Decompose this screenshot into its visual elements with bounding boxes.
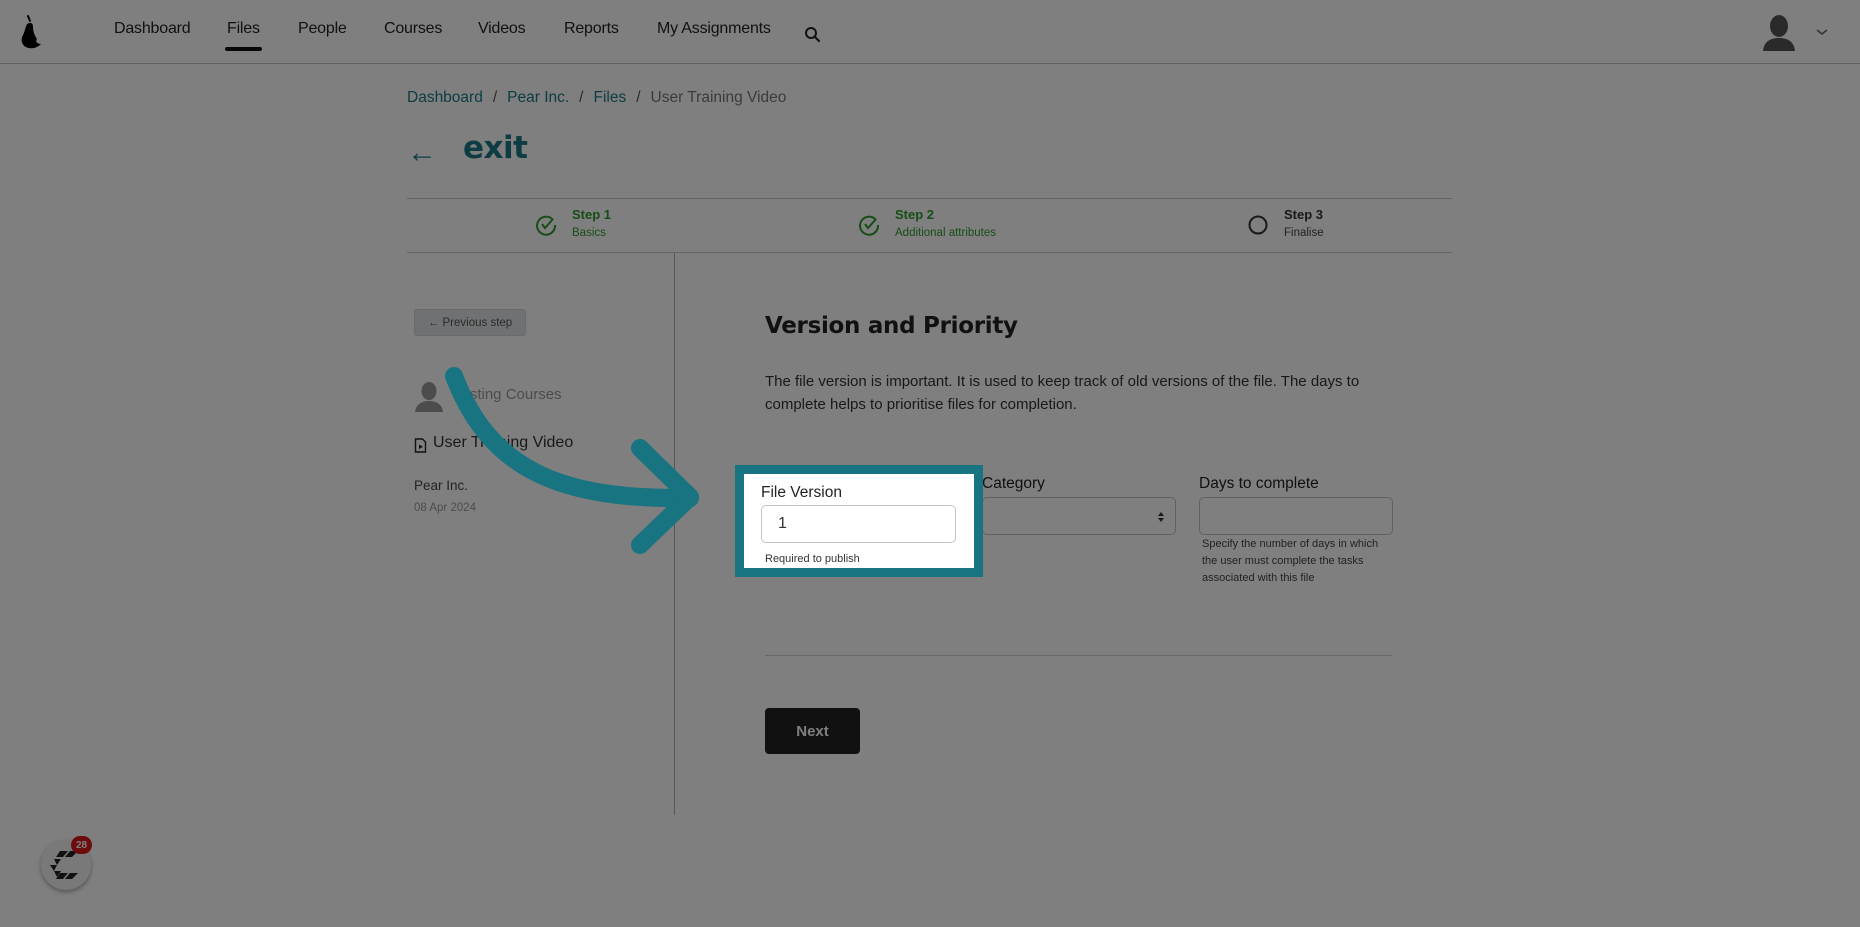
breadcrumb-current: User Training Video (650, 89, 787, 106)
breadcrumb-files[interactable]: Files (593, 89, 626, 106)
nav-videos[interactable]: Videos (478, 20, 526, 38)
file-version-help: Required to publish (765, 553, 860, 565)
nav-files[interactable]: Files (225, 20, 262, 51)
sidebar-divider (674, 253, 675, 815)
breadcrumb-separator: / (636, 89, 641, 106)
breadcrumb-separator: / (492, 89, 498, 106)
video-file-icon (414, 438, 427, 453)
exit-label[interactable]: exit (463, 130, 528, 166)
step-subtitle: Basics (572, 227, 606, 239)
back-arrow-icon[interactable]: ← (407, 138, 437, 168)
organization-name: Pear Inc. (414, 478, 469, 493)
course-avatar-icon (415, 382, 443, 412)
category-select[interactable] (982, 497, 1176, 535)
check-circle-icon (536, 215, 557, 236)
breadcrumb: Dashboard / Pear Inc. / Files / User Training … (407, 89, 786, 107)
select-caret-icon (1158, 512, 1164, 522)
search-icon[interactable] (803, 25, 823, 45)
days-to-complete-label: Days to complete (1199, 475, 1319, 492)
category-label: Category (982, 475, 1045, 492)
breadcrumb-separator: / (579, 89, 584, 106)
file-label: User Training Video (433, 434, 574, 451)
course-label: Testing Courses (454, 386, 562, 403)
page: Dashboard Files People Courses Videos Re… (0, 0, 1860, 927)
pear-logo-icon[interactable] (18, 14, 44, 50)
file-version-label: File Version (761, 484, 842, 501)
step-subtitle: Additional attributes (895, 227, 997, 239)
days-to-complete-help: Specify the number of days in which the … (1202, 538, 1379, 584)
nav-my-assignments[interactable]: My Assignments (657, 20, 771, 38)
notification-badge: 28 (71, 836, 92, 854)
check-circle-icon (859, 215, 880, 236)
next-button[interactable]: Next (765, 708, 860, 754)
top-navigation: Dashboard Files People Courses Videos Re… (0, 0, 1860, 64)
step-progress-bar: Step 1 Basics Step 2 Additional attribut… (407, 198, 1452, 253)
highlight-box: File Version Required to publish (735, 465, 983, 577)
days-to-complete-input[interactable] (1199, 497, 1393, 535)
file-version-input[interactable] (761, 505, 956, 543)
nav-reports[interactable]: Reports (564, 20, 619, 38)
file-date: 08 Apr 2024 (414, 502, 477, 514)
breadcrumb-pear-inc[interactable]: Pear Inc. (507, 89, 569, 106)
user-avatar-icon[interactable] (1762, 13, 1796, 51)
section-description: The file version is important. It is use… (765, 373, 1360, 413)
chevron-down-icon[interactable] (1815, 27, 1829, 37)
step-subtitle: Finalise (1284, 227, 1324, 239)
step-title: Step 3 (1284, 207, 1324, 222)
previous-step-button[interactable]: ← Previous step (414, 309, 526, 336)
section-title: Version and Priority (765, 313, 1018, 339)
section-divider (765, 655, 1392, 656)
nav-dashboard[interactable]: Dashboard (114, 20, 191, 38)
step-title: Step 1 (572, 207, 612, 222)
breadcrumb-dashboard[interactable]: Dashboard (407, 89, 483, 106)
step-title: Step 2 (895, 207, 935, 222)
nav-people[interactable]: People (298, 20, 347, 38)
nav-courses[interactable]: Courses (384, 20, 442, 38)
empty-circle-icon (1248, 215, 1268, 235)
